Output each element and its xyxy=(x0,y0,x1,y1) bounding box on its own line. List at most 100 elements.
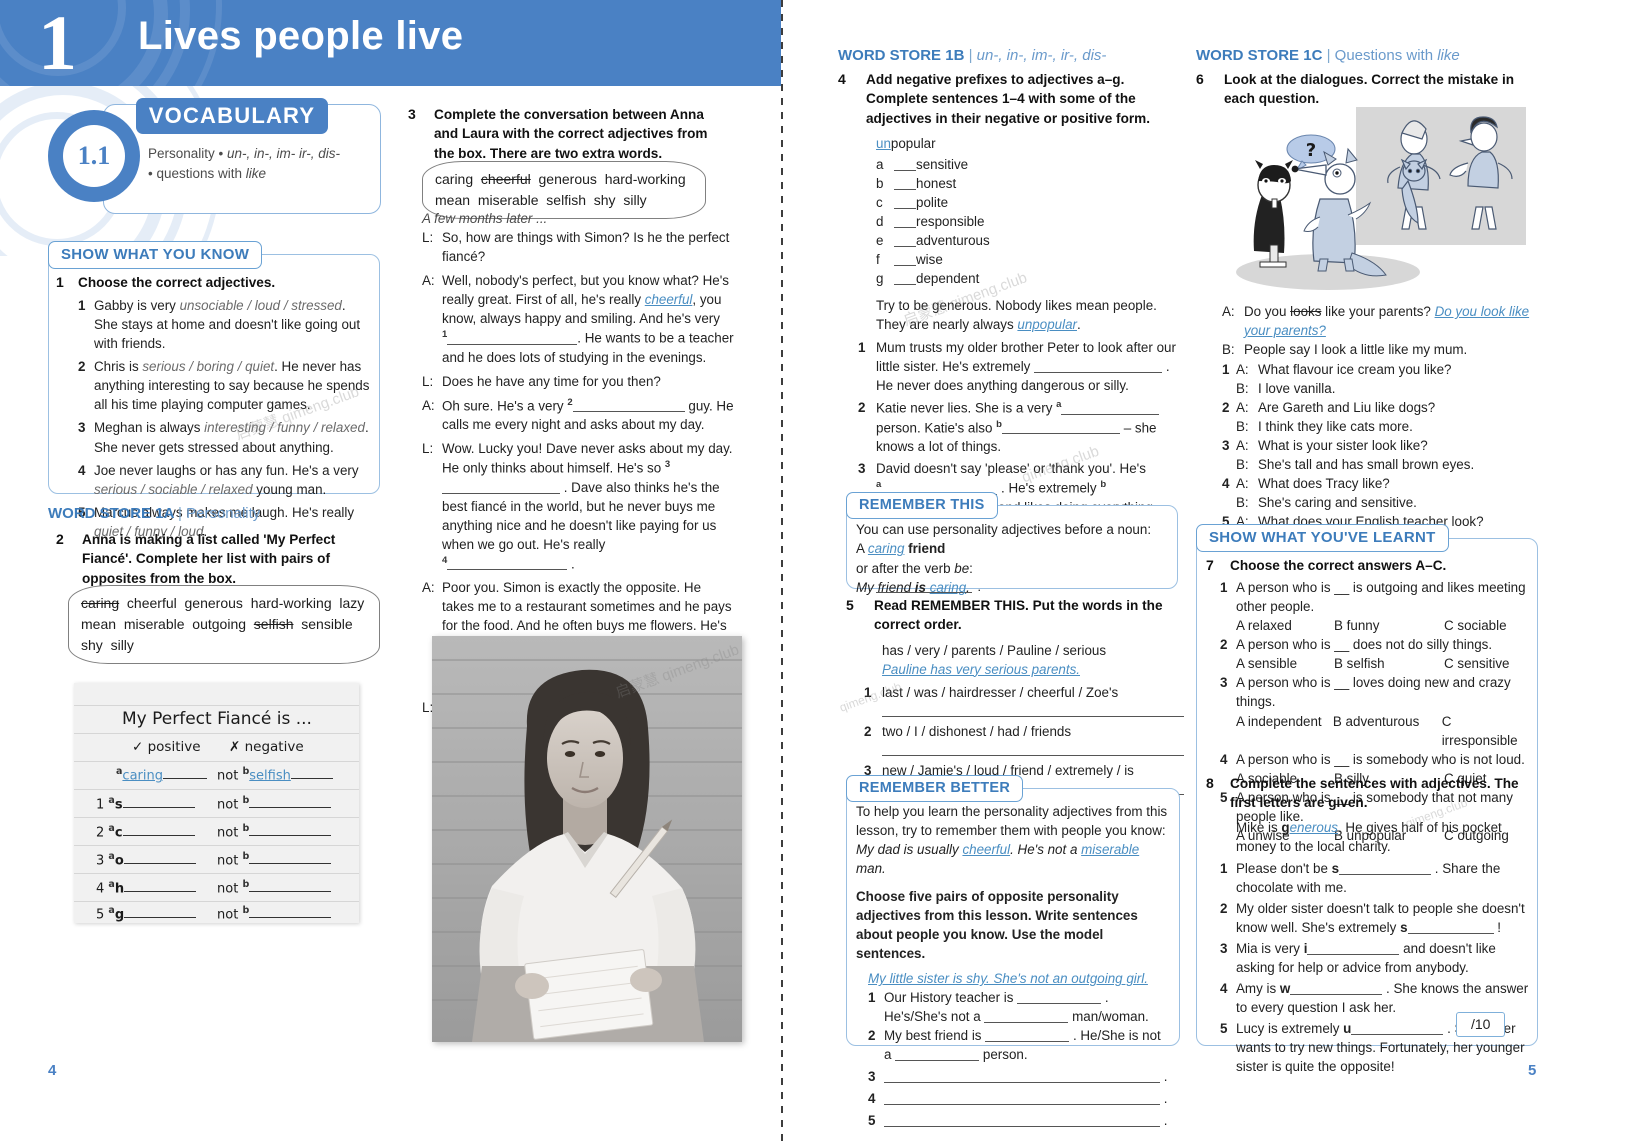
word-chip[interactable]: outgoing xyxy=(192,616,246,632)
note-row[interactable]: 5 ag xyxy=(96,905,197,922)
word-chip[interactable]: lazy xyxy=(339,595,364,611)
option-b[interactable]: B selfish xyxy=(1334,654,1444,673)
note-row-negative[interactable]: not b xyxy=(217,851,332,868)
option-c[interactable]: C irresponsible xyxy=(1442,712,1530,750)
dialogue-line[interactable]: L: Wow. Lucky you! Dave never asks about… xyxy=(422,439,734,573)
exercise-6-item[interactable]: 4 A: What does Tracy like? B: She's caring… xyxy=(1222,474,1538,512)
prefix-item[interactable]: b honest xyxy=(876,174,1182,193)
option-a[interactable]: A independent xyxy=(1236,712,1333,750)
exercise-6-number: 6 xyxy=(1196,71,1204,87)
page-number-right: 5 xyxy=(1528,1062,1537,1079)
exercise-2: 2 Anna is making a list called 'My Perfe… xyxy=(56,530,376,588)
word-chip[interactable]: miserable xyxy=(124,616,185,632)
answer-rule[interactable] xyxy=(882,754,1184,756)
exercise-5-example: has / very / parents / Pauline / serious… xyxy=(882,642,1107,677)
exercise-2-word-box[interactable]: caring cheerful generous hard-working la… xyxy=(68,585,380,664)
page-number-left: 4 xyxy=(48,1062,57,1079)
exercise-6-item[interactable]: 2 A: Are Gareth and Liu like dogs? B: I th… xyxy=(1222,398,1538,436)
word-chip[interactable]: shy xyxy=(81,637,103,653)
exercise-1-item[interactable]: 1 Gabby is very unsociable / loud / stre… xyxy=(78,296,372,353)
option-c[interactable]: C sociable xyxy=(1444,616,1507,635)
note-row[interactable]: 1 as xyxy=(96,795,195,812)
word-chip[interactable]: cheerful xyxy=(127,595,177,611)
option-b[interactable]: B adventurous xyxy=(1333,712,1442,750)
word-chip[interactable]: caring xyxy=(81,595,119,611)
remember-better-item[interactable]: 3 . xyxy=(868,1067,1168,1086)
word-chip[interactable]: hard-working xyxy=(605,171,686,187)
dialogue-example: A: Do you looks like your parents? Do yo… xyxy=(1222,304,1530,339)
word-chip[interactable]: sensible xyxy=(301,616,352,632)
exercise-1-item[interactable]: 3 Meghan is always interesting / funny /… xyxy=(78,418,372,456)
exercise-7-item[interactable]: 3 A person who is __ loves doing new and… xyxy=(1220,673,1530,749)
dialogue-line: L: So, how are things with Simon? Is he … xyxy=(422,230,730,265)
show-what-you-know-tab: SHOW WHAT YOU KNOW xyxy=(48,241,263,269)
note-row-negative[interactable]: not b xyxy=(217,879,332,896)
option-b[interactable]: B funny xyxy=(1334,616,1444,635)
remember-this-content: You can use personality adjectives befor… xyxy=(856,522,1152,596)
word-chip[interactable]: cheerful xyxy=(481,171,531,187)
exercise-6-lead: Look at the dialogues. Correct the mista… xyxy=(1224,72,1515,107)
remember-this-tab: REMEMBER THIS xyxy=(846,492,998,519)
note-row-negative[interactable]: not b xyxy=(217,905,332,922)
exercise-7-number: 7 xyxy=(1206,557,1214,573)
exercise-5-item[interactable]: 2 two / I / dishonest / had / friends xyxy=(864,722,1184,756)
exercise-3: 3 Complete the conversation between Anna… xyxy=(408,105,728,163)
answer-rule[interactable] xyxy=(882,715,1184,717)
word-chip[interactable]: shy xyxy=(594,192,616,208)
show-what-youve-learnt-tab: SHOW WHAT YOU'VE LEARNT xyxy=(1196,524,1449,552)
note-row[interactable]: 2 ac xyxy=(96,823,195,840)
prefix-item[interactable]: e adventurous xyxy=(876,231,1182,250)
prefix-item[interactable]: g dependent xyxy=(876,269,1182,288)
exercise-1-item[interactable]: 2 Chris is serious / boring / quiet. He … xyxy=(78,357,372,414)
option-a[interactable]: A sensible xyxy=(1236,654,1334,673)
option-a[interactable]: A relaxed xyxy=(1236,616,1334,635)
photo-image xyxy=(432,636,742,1042)
exercise-1-item[interactable]: 4 Joe never laughs or has any fun. He's … xyxy=(78,461,372,499)
word-chip[interactable]: mean xyxy=(435,192,470,208)
note-row[interactable]: 3 ao xyxy=(96,851,196,868)
exercise-8-item[interactable]: 3 Mia is very i and doesn't like asking … xyxy=(1220,939,1530,977)
textbook-spread: 1 Lives people live VOCABULARY 1.1 Perso… xyxy=(0,0,1630,1143)
exercise-8-item[interactable]: 1 Please don't be s . Share the chocolat… xyxy=(1220,859,1530,897)
word-chip[interactable]: silly xyxy=(111,637,134,653)
note-row-negative[interactable]: not b xyxy=(217,795,332,812)
prefix-item[interactable]: c polite xyxy=(876,193,1182,212)
remember-better-item[interactable]: 5 . xyxy=(868,1111,1168,1130)
word-chip[interactable]: silly xyxy=(623,192,646,208)
word-chip[interactable]: hard-working xyxy=(251,595,332,611)
word-chip[interactable]: caring xyxy=(435,171,473,187)
dialogue-line[interactable]: A: Oh sure. He's a very 2 guy. He calls … xyxy=(422,396,734,435)
exercise-4-item[interactable]: 2 Katie never lies. She is a very a pers… xyxy=(858,398,1182,456)
prefix-item[interactable]: a sensitive xyxy=(876,155,1182,174)
word-chip[interactable]: miserable xyxy=(478,192,539,208)
prefix-item[interactable]: f wise xyxy=(876,250,1182,269)
prefix-item[interactable]: d responsible xyxy=(876,212,1182,231)
word-chip[interactable]: generous xyxy=(185,595,243,611)
remember-better-item[interactable]: 2 My best friend is . He/She is not a pe… xyxy=(868,1026,1168,1064)
exercise-7-item[interactable]: 2 A person who is __ does not do silly t… xyxy=(1220,635,1530,673)
exercise-6-item[interactable]: 1 A: What flavour ice cream you like? B: I… xyxy=(1222,360,1538,398)
remember-better-item[interactable]: 1 Our History teacher is . He's/She's no… xyxy=(868,988,1168,1026)
option-c[interactable]: C sensitive xyxy=(1444,654,1510,673)
cartoon-illustration: ? xyxy=(1216,107,1526,297)
note-row-negative[interactable]: not b xyxy=(217,823,332,840)
exercise-7-item[interactable]: 1 A person who is __ is outgoing and lik… xyxy=(1220,578,1530,635)
exercise-4-item[interactable]: 1 Mum trusts my older brother Peter to l… xyxy=(858,338,1182,395)
word-chip[interactable]: generous xyxy=(539,171,597,187)
exercise-1-lead: Choose the correct adjectives. xyxy=(78,275,276,290)
note-col-positive: ✓ positive xyxy=(132,739,201,755)
score-box[interactable]: /10 xyxy=(1456,1012,1506,1037)
note-row[interactable]: 4 ah xyxy=(96,879,197,896)
dialogue-line[interactable]: A: Well, nobody's perfect, but you know … xyxy=(422,271,734,367)
vocabulary-badge: VOCABULARY 1.1 Personality • un-, in-, i… xyxy=(48,98,381,214)
exercise-8-item[interactable]: 2 My older sister doesn't talk to people… xyxy=(1220,899,1530,937)
remember-better-item[interactable]: 4 . xyxy=(868,1089,1168,1108)
exercise-6-item[interactable]: 3 A: What is your sister look like? B: She… xyxy=(1222,436,1538,474)
unit-number: 1 xyxy=(38,0,77,86)
exercise-4-prefix-list: unpopular a sensitive b honest c polite d re… xyxy=(838,134,1182,288)
word-chip[interactable]: selfish xyxy=(546,192,586,208)
exercise-4-number: 4 xyxy=(838,71,846,87)
word-chip[interactable]: mean xyxy=(81,616,116,632)
exercise-5-item[interactable]: 1 last / was / hairdresser / cheerful / … xyxy=(864,683,1184,717)
word-chip[interactable]: selfish xyxy=(254,616,294,632)
